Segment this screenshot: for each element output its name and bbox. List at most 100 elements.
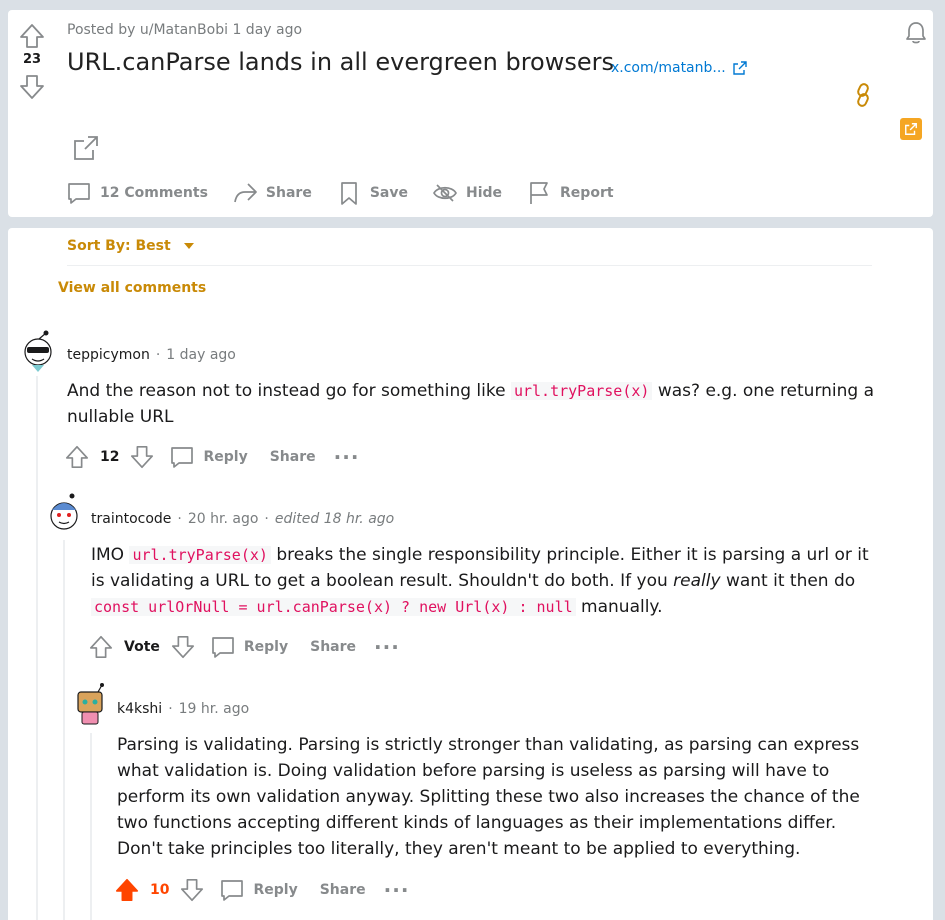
divider	[67, 265, 872, 266]
comment-body: And the reason not to instead go for som…	[67, 378, 877, 430]
comments-button[interactable]: 12 Comments	[66, 180, 208, 206]
external-link-icon	[905, 123, 917, 135]
comment-emphasis: really	[673, 571, 721, 591]
thread-line	[63, 540, 65, 920]
caret-down-icon	[183, 243, 194, 249]
comment-text: IMO	[91, 545, 130, 565]
comment-icon	[221, 880, 244, 901]
report-button[interactable]: Report	[526, 180, 614, 206]
comment-icon	[212, 637, 234, 658]
upvote-icon[interactable]	[88, 634, 114, 660]
comment-edited: edited 18 hr. ago	[274, 511, 395, 527]
reply-label: Reply	[243, 639, 289, 655]
reply-label: Reply	[203, 449, 248, 465]
reply-label: Reply	[253, 882, 298, 898]
bookmark-icon	[340, 182, 357, 205]
share-label: Share	[265, 185, 312, 201]
save-button[interactable]: Save	[336, 180, 408, 206]
separator-dot: ·	[177, 511, 182, 527]
share-label: Share	[310, 639, 357, 655]
comment-username[interactable]: k4kshi	[117, 701, 162, 717]
more-options-button[interactable]: ···	[334, 445, 360, 469]
more-options-button[interactable]: ···	[384, 878, 410, 902]
inline-code: const urlOrNull = url.canParse(x) ? new …	[91, 598, 576, 616]
comment-icon	[171, 447, 194, 468]
share-button[interactable]: Share	[320, 882, 366, 898]
downvote-icon[interactable]	[129, 444, 155, 470]
comment-username[interactable]: traintocode	[91, 511, 171, 527]
save-label: Save	[369, 185, 408, 201]
inline-code: url.tryParse(x)	[129, 546, 271, 564]
comment-text: want it then do	[720, 571, 856, 591]
sort-dropdown[interactable]: Sort By: Best	[67, 238, 195, 254]
reply-button[interactable]: Reply	[219, 877, 298, 903]
comment-body: Parsing is validating. Parsing is strict…	[117, 735, 860, 859]
ellipsis-icon: ···	[383, 878, 410, 902]
link-chain-icon[interactable]	[850, 82, 876, 108]
thread-line	[90, 733, 92, 920]
post-card: 23 Posted by u/MatanBobi 1 day ago URL.c…	[8, 10, 933, 217]
post-link-text[interactable]: x.com/matanb...	[611, 60, 726, 76]
sort-label: Sort By: Best	[67, 238, 171, 254]
crosspost-icon[interactable]	[72, 134, 100, 162]
comment-score: Vote	[124, 639, 160, 655]
share-button[interactable]: Share	[310, 639, 356, 655]
share-label: Share	[269, 449, 316, 465]
post-external-link[interactable]: x.com/matanb...	[611, 60, 748, 76]
upvote-icon-active[interactable]	[114, 877, 140, 903]
upvote-icon[interactable]	[64, 444, 90, 470]
reply-button[interactable]: Reply	[210, 634, 288, 660]
comment-actions: 12 Reply Share ···	[64, 444, 359, 470]
avatar[interactable]	[46, 492, 82, 536]
downvote-icon[interactable]	[170, 634, 196, 660]
post-vote-column: 23	[18, 22, 46, 101]
separator-dot: ·	[168, 701, 173, 717]
view-all-comments-link[interactable]: View all comments	[58, 280, 206, 296]
thread-line	[36, 376, 38, 920]
comment-text: And the reason not to instead go for som…	[67, 381, 511, 401]
more-options-button[interactable]: ···	[374, 635, 400, 659]
post-title[interactable]: URL.canParse lands in all evergreen brow…	[67, 48, 614, 76]
comment-time[interactable]: 19 hr. ago	[179, 701, 250, 717]
downvote-icon[interactable]	[179, 877, 205, 903]
report-label: Report	[560, 185, 614, 201]
flag-icon	[530, 182, 548, 204]
avatar[interactable]	[20, 328, 56, 372]
downvote-icon[interactable]	[18, 73, 46, 101]
comment-time[interactable]: 20 hr. ago	[188, 511, 259, 527]
comment-header: teppicymon · 1 day ago	[67, 347, 236, 363]
hide-button[interactable]: Hide	[432, 180, 502, 206]
comments-label: 12 Comments	[100, 185, 208, 201]
post-meta: Posted by u/MatanBobi 1 day ago	[67, 22, 303, 38]
post-action-bar: 12 Comments Share Save Hide Report	[66, 180, 638, 206]
eye-slash-icon	[433, 184, 457, 202]
comment-username[interactable]: teppicymon	[67, 347, 150, 363]
share-button[interactable]: Share	[232, 180, 312, 206]
inline-code: url.tryParse(x)	[510, 382, 653, 400]
comment-body: IMO url.tryParse(x) breaks the single re…	[91, 542, 871, 620]
share-label: Share	[319, 882, 366, 898]
avatar[interactable]	[72, 682, 108, 726]
comment-score: 12	[100, 449, 120, 465]
comments-card: Sort By: Best View all comments teppicym…	[8, 228, 933, 920]
comment-text: manually.	[575, 597, 663, 617]
comment-time[interactable]: 1 day ago	[166, 347, 236, 363]
comment-icon	[68, 183, 90, 204]
upvote-icon[interactable]	[18, 22, 46, 50]
comment-score: 10	[150, 882, 170, 898]
comment-actions: Vote Reply Share ···	[88, 634, 400, 660]
bell-icon[interactable]	[903, 20, 929, 46]
separator-dot: ·	[155, 347, 161, 363]
share-button[interactable]: Share	[270, 449, 316, 465]
ellipsis-icon: ···	[333, 445, 360, 469]
comment-header: traintocode · 20 hr. ago · edited 18 hr.…	[91, 511, 394, 527]
comment-actions: 10 Reply Share ···	[114, 877, 409, 903]
post-score: 23	[22, 52, 42, 67]
open-link-badge[interactable]	[900, 118, 922, 140]
separator-dot: ·	[264, 511, 269, 527]
ellipsis-icon: ···	[374, 635, 400, 659]
share-icon	[234, 183, 257, 203]
hide-label: Hide	[465, 185, 503, 201]
external-link-icon	[733, 61, 747, 75]
reply-button[interactable]: Reply	[169, 444, 248, 470]
